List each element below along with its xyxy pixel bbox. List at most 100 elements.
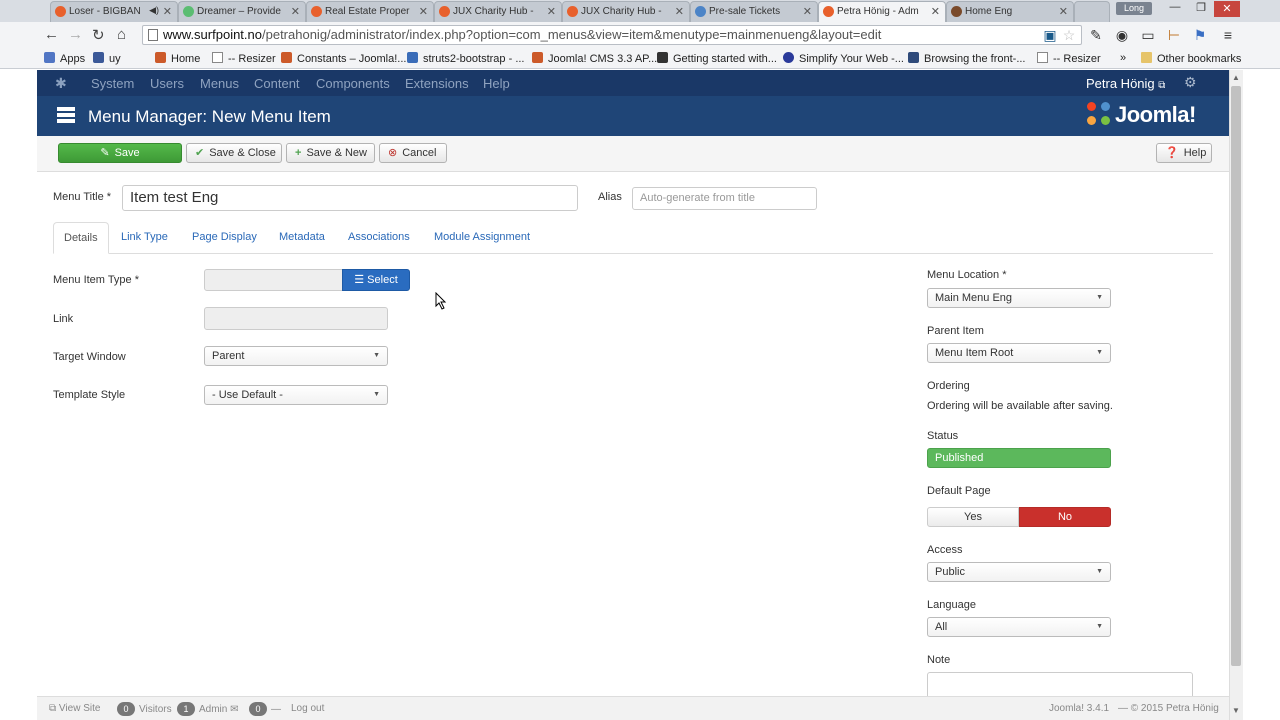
nav-content[interactable]: Content	[254, 76, 300, 91]
nav-system[interactable]: System	[91, 76, 134, 91]
scroll-down-icon[interactable]: ▼	[1232, 706, 1240, 715]
extension-tool-icon[interactable]: ⊢	[1166, 27, 1182, 43]
admin-indicator[interactable]: 1 Admin ✉	[177, 702, 239, 716]
save-button[interactable]: ✎ Save	[58, 143, 182, 163]
visitors-indicator[interactable]: 0 Visitors	[117, 702, 172, 716]
alias-input[interactable]: Auto-generate from title	[632, 187, 817, 210]
menu-location-select[interactable]: Main Menu Eng ▼	[927, 288, 1111, 308]
joomla-logo-icon[interactable]: ✱	[55, 75, 71, 91]
scrollbar-thumb[interactable]	[1231, 86, 1241, 666]
view-site-link[interactable]: ⧉ View Site	[49, 703, 100, 714]
bookmark-uy[interactable]: uy	[93, 52, 121, 65]
access-select[interactable]: Public ▼	[927, 562, 1111, 582]
logout-link[interactable]: Log out	[291, 703, 324, 714]
bookmark-apps[interactable]: Apps	[44, 52, 85, 65]
tab-associations[interactable]: Associations	[348, 231, 410, 243]
save-close-button[interactable]: ✔ Save & Close	[186, 143, 282, 163]
help-button[interactable]: ❓ Help	[1156, 143, 1212, 163]
page-icon	[148, 29, 158, 41]
close-tab-icon[interactable]: ✕	[163, 5, 172, 18]
window-close-icon[interactable]: ✕	[1214, 1, 1240, 17]
screen-icon[interactable]: ▭	[1140, 27, 1156, 43]
parent-item-select[interactable]: Menu Item Root ▼	[927, 343, 1111, 363]
reload-icon[interactable]: ↻	[92, 26, 105, 44]
browser-tab-5[interactable]: JUX Charity Hub - ✕	[562, 1, 690, 22]
close-tab-icon[interactable]: ✕	[291, 5, 300, 18]
cast-icon[interactable]: ▣	[1042, 27, 1058, 43]
bookmark-constants[interactable]: Constants – Joomla!...	[281, 52, 406, 65]
bookmark-home[interactable]: Home	[155, 52, 200, 65]
close-tab-icon[interactable]: ✕	[931, 5, 940, 18]
nav-menus[interactable]: Menus	[200, 76, 239, 91]
url-host: www.surfpoint.no	[163, 27, 262, 42]
default-page-no-button[interactable]: No	[1019, 507, 1111, 527]
bookmark-simplify[interactable]: Simplify Your Web -...	[783, 52, 904, 65]
tab-link-type[interactable]: Link Type	[121, 231, 168, 243]
status-select[interactable]: Published	[927, 448, 1111, 468]
tab-favicon-icon	[439, 6, 450, 17]
nav-users[interactable]: Users	[150, 76, 184, 91]
new-tab-button[interactable]	[1074, 1, 1110, 22]
menu-icon[interactable]: ≡	[1220, 27, 1236, 43]
bookmark-resizer[interactable]: -- Resizer	[212, 52, 276, 65]
browser-tab-1[interactable]: Loser - BIGBAN ◀) ✕	[50, 1, 178, 22]
default-page-yes-button[interactable]: Yes	[927, 507, 1019, 527]
bookmark-getting-started[interactable]: Getting started with...	[657, 52, 777, 65]
other-bookmarks[interactable]: Other bookmarks	[1141, 52, 1241, 65]
back-icon[interactable]: ←	[44, 26, 59, 43]
tab-metadata[interactable]: Metadata	[279, 231, 325, 243]
tab-label: JUX Charity Hub -	[453, 6, 534, 17]
scroll-up-icon[interactable]: ▲	[1232, 73, 1240, 82]
caret-down-icon: ▼	[373, 352, 380, 359]
admin-user-link[interactable]: Petra Hönig ⧉	[1086, 76, 1165, 91]
close-tab-icon[interactable]: ✕	[1059, 5, 1068, 18]
browser-tab-8[interactable]: Home Eng ✕	[946, 1, 1074, 22]
question-icon: ❓	[1165, 147, 1179, 159]
tab-module-assignment[interactable]: Module Assignment	[434, 231, 530, 243]
close-tab-icon[interactable]: ✕	[547, 5, 556, 18]
gear-icon[interactable]: ⚙	[1184, 74, 1197, 91]
bookmark-resizer-2[interactable]: -- Resizer	[1037, 52, 1101, 65]
tab-details[interactable]: Details	[53, 222, 109, 254]
nav-help[interactable]: Help	[483, 76, 510, 91]
bookmark-browsing[interactable]: Browsing the front-...	[908, 52, 1026, 65]
bookmark-struts2[interactable]: struts2-bootstrap - ...	[407, 52, 524, 65]
browser-tab-4[interactable]: JUX Charity Hub - ✕	[434, 1, 562, 22]
address-bar[interactable]: www.surfpoint.no/petrahonig/administrato…	[142, 25, 1082, 45]
messages-indicator[interactable]: 0—	[249, 702, 281, 716]
nav-components[interactable]: Components	[316, 76, 390, 91]
bookmark-joomla-cms[interactable]: Joomla! CMS 3.3 AP...	[532, 52, 657, 65]
language-select[interactable]: All ▼	[927, 617, 1111, 637]
eyedropper-icon[interactable]: ✎	[1088, 27, 1104, 43]
close-tab-icon[interactable]: ✕	[675, 5, 684, 18]
version-text: Joomla! 3.4.1	[1049, 703, 1110, 714]
browser-tab-7-active[interactable]: Petra Hönig - Adm ✕	[818, 1, 946, 22]
external-link-icon: ⧉	[49, 703, 57, 714]
home-icon[interactable]: ⌂	[117, 26, 126, 43]
select-menu-type-button[interactable]: ☰ Select	[342, 269, 410, 291]
tab-label: JUX Charity Hub -	[581, 6, 662, 17]
minimize-icon[interactable]: —	[1162, 1, 1188, 13]
menu-title-input[interactable]: Item test Eng	[122, 185, 578, 211]
nav-extensions[interactable]: Extensions	[405, 76, 469, 91]
globe-icon	[783, 52, 794, 63]
close-tab-icon[interactable]: ✕	[803, 5, 812, 18]
browser-tab-bar: Loser - BIGBAN ◀) ✕ Dreamer – Provide ✕ Rea…	[0, 0, 1280, 22]
restore-icon[interactable]: ❐	[1188, 1, 1214, 14]
forward-icon[interactable]: →	[68, 26, 83, 43]
close-tab-icon[interactable]: ✕	[419, 5, 428, 18]
tab-page-display[interactable]: Page Display	[192, 231, 257, 243]
target-window-select[interactable]: Parent ▼	[204, 346, 388, 366]
save-new-button[interactable]: + Save & New	[286, 143, 375, 163]
browser-tab-6[interactable]: Pre-sale Tickets ✕	[690, 1, 818, 22]
browser-user-badge[interactable]: Long	[1116, 2, 1152, 15]
translate-icon[interactable]: ⚑	[1192, 27, 1208, 43]
browser-tab-2[interactable]: Dreamer – Provide ✕	[178, 1, 306, 22]
star-icon[interactable]: ☆	[1061, 27, 1077, 43]
browser-tab-3[interactable]: Real Estate Proper ✕	[306, 1, 434, 22]
left-gutter	[0, 70, 37, 720]
extension-circle-icon[interactable]: ◉	[1114, 27, 1130, 43]
bookmarks-overflow[interactable]: »	[1120, 52, 1126, 64]
template-style-select[interactable]: - Use Default - ▼	[204, 385, 388, 405]
cancel-button[interactable]: ⊗ Cancel	[379, 143, 447, 163]
